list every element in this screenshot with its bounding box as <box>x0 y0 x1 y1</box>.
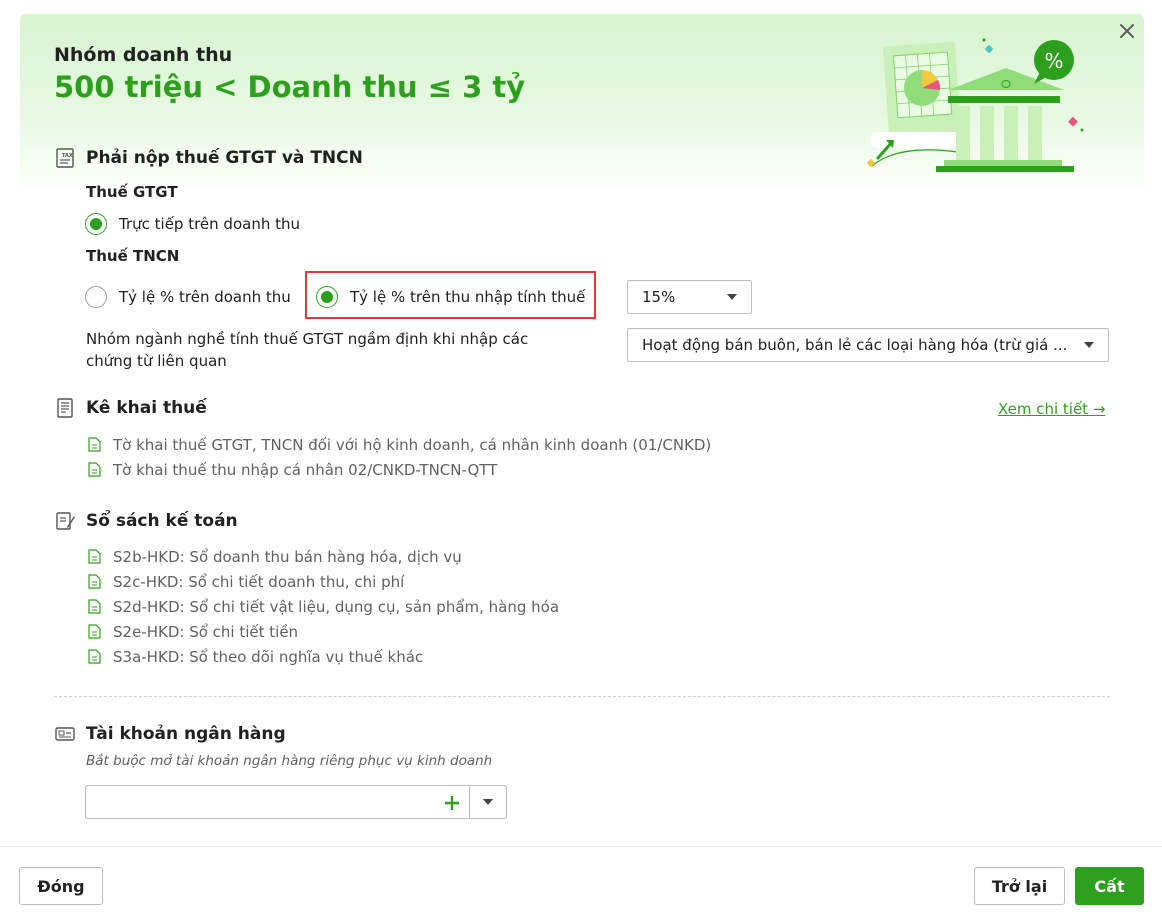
industry-label: Nhóm ngành nghề tính thuế GTGT ngầm định… <box>86 330 529 370</box>
view-details-link[interactable]: Xem chi tiết → <box>998 400 1105 418</box>
book-item-label: S2b-HKD: Sổ doanh thu bán hàng hóa, dịch… <box>113 547 462 566</box>
footer-divider <box>0 846 1162 847</box>
list-item: S2b-HKD: Sổ doanh thu bán hàng hóa, dịch… <box>88 544 559 569</box>
bank-card-icon <box>54 723 76 745</box>
close-button[interactable]: Đóng <box>19 867 103 905</box>
book-item-label: S2d-HKD: Sổ chi tiết vật liệu, dụng cụ, … <box>113 597 560 616</box>
tax-section-heading: TAX Phải nộp thuế GTGT và TNCN <box>54 147 363 169</box>
chevron-down-icon <box>727 294 737 300</box>
books-title: Sổ sách kế toán <box>86 511 238 531</box>
add-bank-account-icon[interactable] <box>440 791 464 815</box>
pit-revenue-radio[interactable]: Tỷ lệ % trên doanh thu <box>85 286 291 308</box>
list-item: Tờ khai thuế thu nhập cá nhân 02/CNKD-TN… <box>88 457 711 482</box>
bank-account-combo[interactable] <box>85 785 507 819</box>
declaration-heading: Kê khai thuế <box>54 397 207 419</box>
declaration-title: Kê khai thuế <box>86 398 207 418</box>
document-icon <box>88 462 101 477</box>
books-heading: Sổ sách kế toán <box>54 510 238 532</box>
pit-income-radio[interactable]: Tỷ lệ % trên thu nhập tính thuế <box>316 286 585 308</box>
books-list: S2b-HKD: Sổ doanh thu bán hàng hóa, dịch… <box>88 544 559 669</box>
pit-rate-select[interactable]: 15% <box>627 280 752 314</box>
radio-unchecked-icon <box>85 286 107 308</box>
bank-account-input[interactable] <box>86 786 436 818</box>
tax-office-illustration: % <box>866 38 1084 172</box>
revenue-group-title: 500 triệu < Doanh thu ≤ 3 tỷ <box>54 70 526 104</box>
radio-checked-icon <box>85 213 107 235</box>
list-item: S2e-HKD: Sổ chi tiết tiền <box>88 619 559 644</box>
bank-heading: Tài khoản ngân hàng <box>54 723 286 745</box>
vat-direct-radio[interactable]: Trực tiếp trên doanh thu <box>85 213 300 235</box>
industry-value: Hoạt động bán buôn, bán lẻ các loại hàng… <box>642 336 1068 354</box>
declaration-item-label: Tờ khai thuế thu nhập cá nhân 02/CNKD-TN… <box>113 460 498 479</box>
radio-checked-icon <box>316 286 338 308</box>
document-icon <box>88 624 101 639</box>
tax-document-icon: TAX <box>54 147 76 169</box>
bank-hint: Bắt buộc mở tài khoản ngân hàng riêng ph… <box>86 753 493 769</box>
back-button[interactable]: Trở lại <box>974 867 1065 905</box>
chevron-down-icon <box>483 799 493 805</box>
list-item: Tờ khai thuế GTGT, TNCN đối với hộ kinh … <box>88 432 711 457</box>
vat-direct-label: Trực tiếp trên doanh thu <box>119 215 301 233</box>
pit-revenue-label: Tỷ lệ % trên doanh thu <box>119 288 291 306</box>
industry-select[interactable]: Hoạt động bán buôn, bán lẻ các loại hàng… <box>627 328 1109 362</box>
save-button[interactable]: Cất <box>1075 867 1144 905</box>
pit-income-label: Tỷ lệ % trên thu nhập tính thuế <box>350 288 586 306</box>
list-item: S3a-HKD: Sổ theo dõi nghĩa vụ thuế khác <box>88 644 559 669</box>
chevron-down-icon <box>1084 342 1094 348</box>
document-icon <box>88 549 101 564</box>
form-icon <box>54 397 76 419</box>
list-item: S2d-HKD: Sổ chi tiết vật liệu, dụng cụ, … <box>88 594 559 619</box>
bank-title: Tài khoản ngân hàng <box>86 724 286 744</box>
document-icon <box>88 437 101 452</box>
svg-text:TAX: TAX <box>62 153 73 159</box>
document-icon <box>88 649 101 664</box>
book-item-label: S3a-HKD: Sổ theo dõi nghĩa vụ thuế khác <box>113 647 424 666</box>
tax-section-title: Phải nộp thuế GTGT và TNCN <box>86 148 363 168</box>
list-item: S2c-HKD: Sổ chi tiết doanh thu, chi phí <box>88 569 559 594</box>
document-icon <box>88 599 101 614</box>
ledger-pen-icon <box>54 510 76 532</box>
percent-badge-text: % <box>1044 49 1063 73</box>
declaration-item-label: Tờ khai thuế GTGT, TNCN đối với hộ kinh … <box>113 435 712 454</box>
revenue-group-label: Nhóm doanh thu <box>54 44 233 66</box>
declaration-list: Tờ khai thuế GTGT, TNCN đối với hộ kinh … <box>88 432 711 482</box>
pit-label: Thuế TNCN <box>86 247 180 265</box>
document-icon <box>88 574 101 589</box>
bank-dropdown-button[interactable] <box>470 786 506 818</box>
close-icon[interactable] <box>1114 18 1140 44</box>
section-divider <box>54 696 1110 697</box>
book-item-label: S2c-HKD: Sổ chi tiết doanh thu, chi phí <box>113 572 405 591</box>
book-item-label: S2e-HKD: Sổ chi tiết tiền <box>113 622 299 641</box>
pit-rate-value: 15% <box>642 288 676 306</box>
vat-label: Thuế GTGT <box>86 183 178 201</box>
